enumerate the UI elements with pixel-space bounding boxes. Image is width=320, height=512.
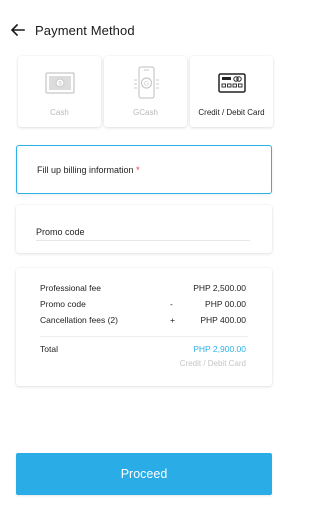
method-credit-debit-card[interactable]: Credit / Debit Card <box>190 56 273 127</box>
billing-info-text: Fill up billing information <box>37 165 134 175</box>
method-gcash-label: GCash <box>133 108 158 117</box>
method-gcash[interactable]: G GCash <box>104 56 187 127</box>
promo-code-input[interactable] <box>36 223 250 241</box>
summary-row-label: Professional fee <box>40 283 101 293</box>
payment-method-options: $ Cash G GCash Credit / Debit Card <box>16 56 273 128</box>
summary-row-value: PHP 00.00 <box>205 299 246 309</box>
summary-row-value: PHP 2,500.00 <box>193 283 246 293</box>
arrow-left-icon <box>11 24 25 36</box>
required-marker: * <box>136 165 140 175</box>
billing-info-label: Fill up billing information * <box>37 165 140 175</box>
promo-card <box>16 205 272 253</box>
summary-row: Cancellation fees (2) + PHP 400.00 <box>40 315 248 327</box>
billing-info-field[interactable]: Fill up billing information * <box>16 145 272 194</box>
proceed-button[interactable]: Proceed <box>16 453 272 495</box>
summary-row-label: Promo code <box>40 299 86 309</box>
total-value: PHP 2,900.00 <box>193 344 246 354</box>
summary-row-label: Cancellation fees (2) <box>40 315 118 325</box>
back-button[interactable] <box>8 20 28 40</box>
fee-summary: Professional fee PHP 2,500.00 Promo code… <box>16 268 272 386</box>
gcash-phone-icon: G <box>133 66 159 99</box>
credit-card-icon <box>217 73 246 93</box>
method-cash[interactable]: $ Cash <box>18 56 101 127</box>
total-payment-method: Credit / Debit Card <box>179 359 246 368</box>
summary-row-sign: - <box>170 299 173 309</box>
app-header: Payment Method <box>0 0 288 60</box>
svg-text:G: G <box>143 81 148 88</box>
summary-row: Promo code - PHP 00.00 <box>40 299 248 311</box>
summary-row: Professional fee PHP 2,500.00 <box>40 283 248 295</box>
page-title: Payment Method <box>35 23 135 38</box>
total-label: Total <box>40 344 58 354</box>
cash-icon: $ <box>44 72 75 94</box>
total-row: Total PHP 2,900.00 <box>40 344 248 356</box>
summary-divider <box>40 336 248 337</box>
method-card-label: Credit / Debit Card <box>198 108 265 117</box>
summary-row-value: PHP 400.00 <box>200 315 246 325</box>
method-cash-label: Cash <box>50 108 69 117</box>
summary-row-sign: + <box>170 315 175 325</box>
